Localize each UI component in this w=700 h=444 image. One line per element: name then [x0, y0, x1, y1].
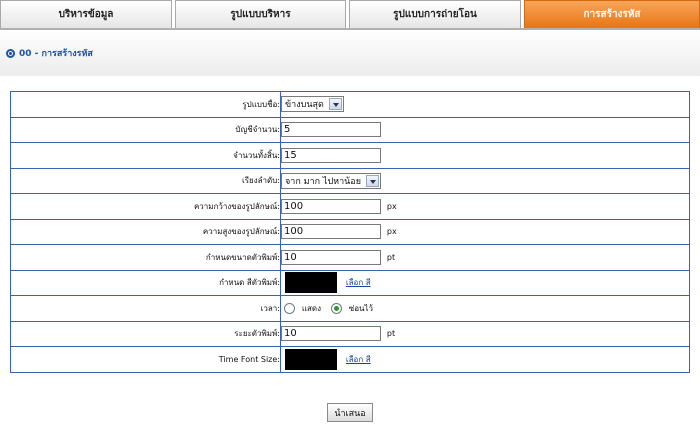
row-account: บัญชีจำนวน: 5: [10, 116, 690, 143]
width-input[interactable]: 100: [281, 198, 381, 214]
breadcrumb-label[interactable]: 00 - การสร้างรหัส: [19, 46, 93, 60]
width-label: ความกว้างของรูปลักษณ์:: [10, 193, 281, 220]
time-hide-radio[interactable]: [330, 302, 342, 314]
tab-code-creation[interactable]: การสร้างรหัส: [524, 0, 700, 28]
row-time-font: Time Font Size: เลือก สี: [10, 346, 690, 373]
account-label: บัญชีจำนวน:: [10, 116, 281, 143]
tab-transfer-format[interactable]: รูปแบบการถ่ายโอน: [349, 0, 521, 28]
sort-select[interactable]: จาก มาก ไปหาน้อย: [281, 172, 381, 189]
breadcrumb: 00 - การสร้างรหัส: [6, 46, 93, 60]
tab-management-format[interactable]: รูปแบบบริหาร: [175, 0, 346, 28]
time-show-radio[interactable]: [284, 302, 295, 314]
tab-data-management[interactable]: บริหารข้อมูล: [0, 0, 172, 28]
total-input[interactable]: 15: [281, 147, 381, 163]
row-font-size: กำหนดขนาดตัวพิมพ์: 10 pt: [10, 244, 690, 271]
sort-label: เรียงลำดับ:: [10, 167, 281, 194]
time-hide-label: ซ่อนไว้: [348, 303, 373, 313]
settings-form: รูปแบบชื่อ: ข้างบนสุด บัญชีจำนวน: 5 จำนว…: [10, 91, 690, 373]
spacing-input[interactable]: 10: [281, 326, 381, 342]
font-color-label: กำหนด สีตัวพิมพ์:: [10, 269, 281, 296]
spacing-label: ระยะตัวพิมพ์:: [10, 320, 281, 347]
pick-color-link[interactable]: เลือก สี: [346, 278, 371, 287]
row-sort: เรียงลำดับ: จาก มาก ไปหาน้อย: [10, 167, 690, 194]
font-size-label: กำหนดขนาดตัวพิมพ์:: [10, 244, 281, 271]
row-width: ความกว้างของรูปลักษณ์: 100 px: [10, 193, 690, 220]
account-input[interactable]: 5: [281, 122, 381, 138]
font-size-input[interactable]: 10: [281, 249, 381, 265]
bullet-icon: [6, 48, 15, 58]
row-height: ความสูงของรูปลักษณ์: 100 px: [10, 218, 690, 245]
font-size-unit: pt: [386, 252, 396, 262]
height-input[interactable]: 100: [281, 224, 381, 240]
width-unit: px: [386, 201, 397, 211]
tab-bar: บริหารข้อมูล รูปแบบบริหาร รูปแบบการถ่ายโ…: [0, 0, 700, 30]
submit-button[interactable]: นำเสนอ: [327, 403, 373, 422]
height-unit: px: [386, 227, 397, 237]
row-name-format: รูปแบบชื่อ: ข้างบนสุด: [10, 91, 690, 118]
height-label: ความสูงของรูปลักษณ์:: [10, 218, 281, 245]
sort-value: จาก มาก ไปหาน้อย: [285, 176, 361, 187]
time-font-color-swatch[interactable]: [285, 348, 337, 370]
time-label: เวลา:: [10, 295, 281, 322]
sub-header: 00 - การสร้างรหัส: [0, 30, 700, 76]
time-font-label: Time Font Size:: [10, 346, 281, 373]
chevron-down-icon[interactable]: [329, 98, 342, 111]
total-label: จำนวนทั้งสิ้น:: [10, 142, 281, 169]
spacing-unit: pt: [386, 329, 396, 339]
chevron-down-icon[interactable]: [366, 174, 379, 187]
font-color-swatch[interactable]: [285, 272, 337, 294]
name-format-value: ข้างบนสุด: [285, 100, 324, 111]
name-format-select[interactable]: ข้างบนสุด: [281, 96, 344, 113]
row-time: เวลา: แสดง ซ่อนไว้: [10, 295, 690, 322]
row-spacing: ระยะตัวพิมพ์: 10 pt: [10, 320, 690, 347]
row-font-color: กำหนด สีตัวพิมพ์: เลือก สี: [10, 269, 690, 296]
name-format-label: รูปแบบชื่อ:: [10, 91, 281, 118]
row-total: จำนวนทั้งสิ้น: 15: [10, 142, 690, 169]
time-font-pick-link[interactable]: เลือก สี: [346, 355, 371, 364]
time-show-label: แสดง: [301, 303, 322, 313]
